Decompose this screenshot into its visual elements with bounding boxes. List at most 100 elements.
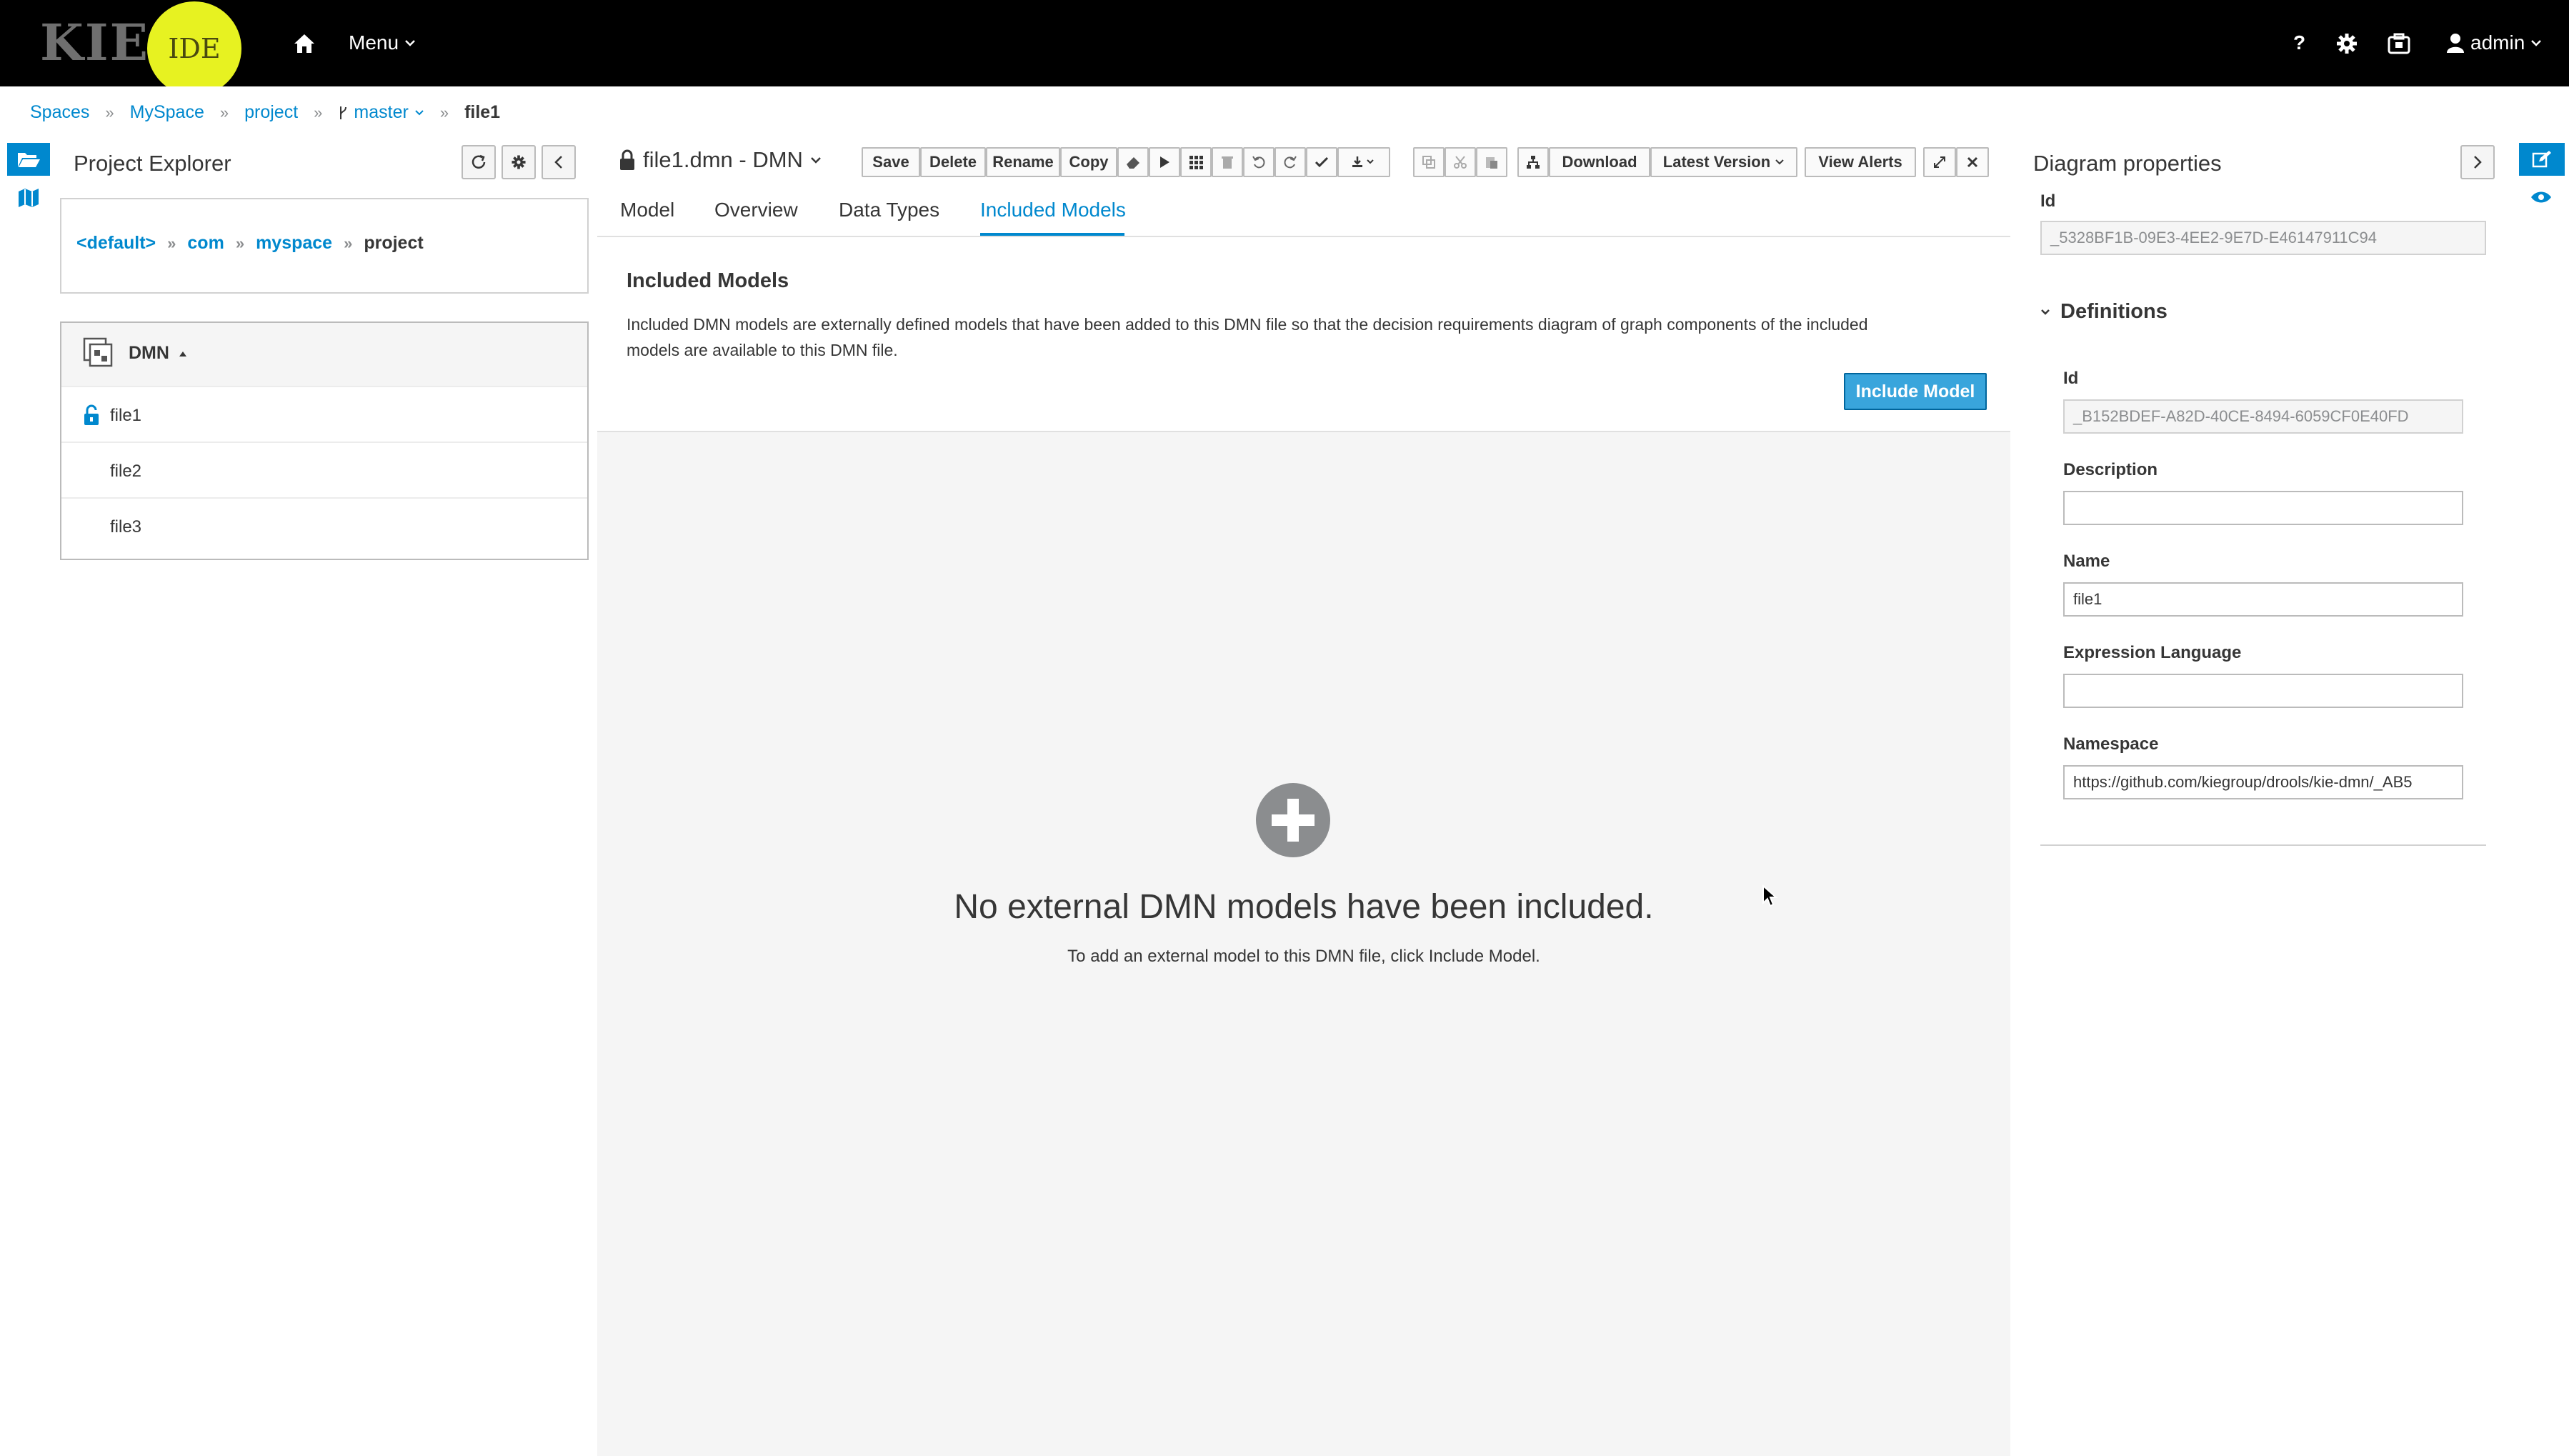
- dmn-group-header[interactable]: DMN: [61, 323, 587, 387]
- copy-button[interactable]: Copy: [1060, 147, 1117, 177]
- package-com[interactable]: com: [187, 233, 224, 254]
- tab-data-types[interactable]: Data Types: [839, 199, 939, 221]
- home-icon[interactable]: [293, 33, 316, 54]
- maximize-button[interactable]: [1923, 147, 1956, 177]
- redo-button[interactable]: [1274, 147, 1306, 177]
- validate-button[interactable]: [1306, 147, 1337, 177]
- edit-properties-icon[interactable]: [2519, 143, 2565, 176]
- dmn-files-icon: [83, 337, 114, 369]
- file-name: file2: [110, 462, 142, 481]
- check-icon: [1315, 156, 1329, 168]
- collapse-properties-button[interactable]: [2460, 145, 2495, 179]
- definitions-section-title: Definitions: [2060, 300, 2168, 323]
- rename-button[interactable]: Rename: [986, 147, 1060, 177]
- paste-button[interactable]: [1476, 147, 1507, 177]
- grid-icon: [1189, 156, 1203, 169]
- id-field[interactable]: _B152BDEF-A82D-40CE-8494-6059CF0E40FD: [2063, 399, 2463, 434]
- close-editor-button[interactable]: [1956, 147, 1989, 177]
- breadcrumb-separator-icon: »: [344, 234, 353, 252]
- branch-icon: [340, 106, 347, 119]
- breadcrumb-project[interactable]: project: [244, 102, 298, 123]
- expand-icon: [1934, 156, 1945, 168]
- user-icon: [2447, 34, 2464, 53]
- chevron-right-icon: [2474, 156, 2482, 169]
- refresh-button[interactable]: [462, 145, 496, 179]
- description-label: Description: [2063, 460, 2158, 479]
- section-description-line-2: models are available to this DMN file.: [627, 341, 898, 359]
- left-icon-rail: [0, 136, 53, 1456]
- chevron-down-icon: [405, 40, 415, 46]
- chevron-down-icon: [811, 157, 821, 164]
- delete-selection-button[interactable]: [1212, 147, 1243, 177]
- package-project: project: [364, 233, 424, 253]
- list-item[interactable]: file1: [61, 386, 587, 442]
- top-id-field[interactable]: _5328BF1B-09E3-4EE2-9E7D-E46147911C94: [2040, 221, 2486, 255]
- dmn-file-group: DMN file1 file2 file3: [60, 321, 589, 560]
- breadcrumb-spaces[interactable]: Spaces: [30, 102, 89, 123]
- branch-selector[interactable]: master: [338, 102, 424, 123]
- save-button[interactable]: Save: [862, 147, 920, 177]
- breadcrumb-myspace[interactable]: MySpace: [130, 102, 204, 123]
- trash-icon: [1222, 156, 1233, 169]
- copy-shape-button[interactable]: [1413, 147, 1445, 177]
- explorer-settings-button[interactable]: [502, 145, 536, 179]
- description-field[interactable]: [2063, 491, 2463, 525]
- editor-title-dropdown[interactable]: file1.dmn - DMN: [619, 147, 822, 173]
- add-circle-icon[interactable]: [1256, 783, 1330, 857]
- include-model-button[interactable]: Include Model: [1844, 373, 1987, 410]
- help-icon[interactable]: ?: [2293, 31, 2305, 54]
- package-myspace[interactable]: myspace: [256, 233, 332, 254]
- editor-header: [597, 136, 2010, 432]
- chevron-down-icon: [2531, 40, 2542, 46]
- kie-logo-text: KIE: [40, 13, 149, 72]
- name-field[interactable]: file1: [2063, 582, 2463, 617]
- tab-overview[interactable]: Overview: [714, 199, 798, 221]
- editor-title: file1.dmn - DMN: [643, 147, 803, 172]
- package-default[interactable]: <default>: [76, 233, 156, 254]
- map-icon[interactable]: [17, 187, 40, 209]
- chevron-left-icon: [554, 156, 562, 169]
- download-button[interactable]: Download: [1549, 147, 1650, 177]
- tab-divider: [597, 236, 2010, 237]
- play-icon: [1160, 156, 1169, 168]
- tab-included-models[interactable]: Included Models: [980, 199, 1126, 221]
- tab-model[interactable]: Model: [620, 199, 674, 221]
- list-item[interactable]: file3: [61, 497, 587, 554]
- clear-button[interactable]: [1117, 147, 1149, 177]
- folder-open-icon[interactable]: [7, 143, 50, 176]
- name-label: Name: [2063, 552, 2110, 571]
- tasks-icon[interactable]: [2388, 33, 2410, 54]
- list-item[interactable]: file2: [61, 442, 587, 498]
- grid-button[interactable]: [1180, 147, 1212, 177]
- eraser-icon: [1127, 157, 1139, 169]
- auto-layout-button[interactable]: [1517, 147, 1549, 177]
- delete-button[interactable]: Delete: [920, 147, 986, 177]
- file-name: file1: [110, 406, 142, 425]
- lock-icon: [620, 149, 634, 170]
- user-menu[interactable]: admin: [2446, 31, 2542, 54]
- eye-icon[interactable]: [2530, 190, 2552, 204]
- breadcrumb-separator-icon: »: [235, 234, 245, 252]
- section-title: Included Models: [627, 269, 789, 292]
- chevron-down-icon: [1775, 159, 1784, 165]
- menu-dropdown[interactable]: Menu: [349, 31, 416, 54]
- run-button[interactable]: [1149, 147, 1180, 177]
- latest-version-dropdown[interactable]: Latest Version: [1650, 147, 1797, 177]
- collapse-explorer-button[interactable]: [542, 145, 576, 179]
- view-alerts-button[interactable]: View Alerts: [1805, 147, 1916, 177]
- ide-logo[interactable]: IDE: [147, 1, 241, 96]
- section-description: Included DMN models are externally defin…: [627, 311, 1984, 363]
- gear-icon[interactable]: [2336, 33, 2358, 54]
- definitions-section-toggle[interactable]: Definitions: [2040, 300, 2168, 324]
- expression-language-field[interactable]: [2063, 674, 2463, 708]
- namespace-field[interactable]: https://github.com/kiegroup/drools/kie-d…: [2063, 765, 2463, 799]
- cut-button[interactable]: [1445, 147, 1476, 177]
- undo-button[interactable]: [1243, 147, 1274, 177]
- user-label: admin: [2470, 31, 2525, 54]
- export-dropdown[interactable]: [1337, 147, 1390, 177]
- breadcrumb-current-file: file1: [464, 102, 501, 122]
- redo-icon: [1284, 156, 1297, 169]
- chevron-down-icon: [2041, 309, 2050, 315]
- sort-up-icon: [179, 351, 186, 356]
- mouse-cursor-icon: [1762, 884, 1779, 909]
